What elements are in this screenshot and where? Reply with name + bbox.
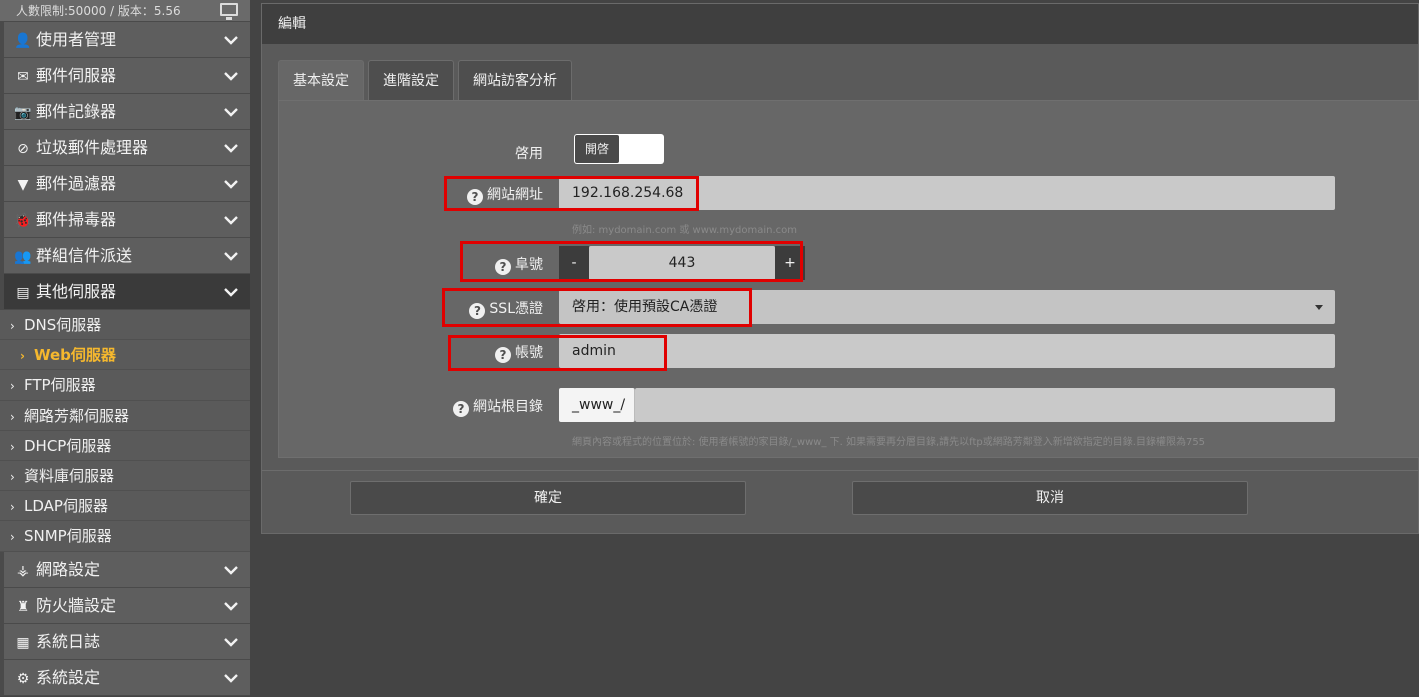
sidebar-item-label: 系統日誌 [36, 631, 101, 651]
chevron-down-icon [224, 552, 238, 588]
toggle-on-text: 開啓 [575, 135, 619, 163]
monitor-icon[interactable] [220, 3, 238, 20]
sidebar-subitem-label: 資料庫伺服器 [24, 466, 115, 485]
envelope-icon: ✉ [17, 69, 29, 85]
chevron-right-icon: › [10, 439, 15, 454]
highlight-box [460, 241, 803, 282]
help-icon[interactable]: ? [453, 401, 469, 417]
sidebar-item[interactable]: 👥 群組信件派送 [0, 238, 250, 274]
chevron-down-icon [224, 624, 238, 660]
sidebar: 人數限制:50000 / 版本：5.56 👤 使用者管理 ✉ 郵件伺服器 📷 郵件記錄器 ⊘… [0, 0, 250, 696]
ban-icon: ⊘ [17, 141, 29, 157]
sidebar-item-other-servers[interactable]: ▤ 其他伺服器 [0, 274, 250, 310]
sidebar-item-label: 郵件掃毒器 [36, 210, 117, 229]
user-icon: 👤 [14, 33, 32, 49]
sidebar-item[interactable]: ⚶ 網路設定 [0, 551, 250, 588]
sidebar-item[interactable]: ♜ 防火牆設定 [0, 587, 250, 624]
tab-advanced-settings[interactable]: 進階設定 [368, 60, 454, 101]
chevron-right-icon: › [20, 349, 25, 364]
chevron-down-icon [224, 94, 238, 130]
chevron-right-icon: › [10, 500, 15, 515]
chevron-right-icon: › [10, 319, 15, 333]
users-icon: 👥 [14, 249, 32, 265]
chevron-down-icon [224, 274, 238, 310]
cancel-button[interactable]: 取消 [852, 481, 1248, 515]
tab-basic-settings[interactable]: 基本設定 [278, 60, 364, 101]
bug-icon: 🐞 [14, 213, 32, 229]
web-root-hint: 網頁內容或程式的位置位於: 使用者帳號的家目錄/_www_ 下. 如果需要再分層… [572, 437, 1206, 448]
sidebar-item-label: 垃圾郵件處理器 [36, 138, 149, 157]
caret-down-icon [1315, 305, 1323, 310]
sidebar-subitem[interactable]: › SNMP伺服器 [0, 521, 250, 552]
sidebar-item-label: 網路設定 [36, 559, 101, 579]
chevron-down-icon [224, 166, 238, 202]
chevron-down-icon [224, 660, 238, 696]
site-url-hint: 例如: mydomain.com 或 www.mydomain.com [572, 225, 797, 236]
sidebar-item-label: 郵件過濾器 [36, 174, 117, 193]
web-root-input[interactable] [635, 388, 1335, 422]
castle-icon: ♜ [16, 598, 30, 615]
highlight-box [442, 288, 752, 327]
chevron-down-icon [224, 130, 238, 166]
license-text: 人數限制:50000 / 版本：5.56 [16, 4, 181, 18]
license-info: 人數限制:50000 / 版本：5.56 [0, 0, 250, 22]
chevron-down-icon [224, 202, 238, 238]
highlight-box [444, 176, 699, 211]
chevron-right-icon: › [10, 409, 15, 424]
sidebar-item-label: 其他伺服器 [36, 282, 117, 301]
chevron-down-icon [224, 58, 238, 94]
sidebar-item[interactable]: ✉ 郵件伺服器 [0, 58, 250, 94]
sidebar-subitem-label: SNMP伺服器 [24, 527, 112, 546]
sidebar-subitem-label: DNS伺服器 [24, 316, 102, 334]
dialog-title: 編輯 [262, 4, 1418, 44]
web-root-prefix: _www_/ [559, 388, 635, 422]
filter-icon: ▼ [17, 177, 29, 193]
film-icon: ▦ [16, 634, 30, 651]
enable-label: 啓用 [515, 146, 543, 162]
server-icon: ▤ [16, 285, 30, 301]
sidebar-item[interactable]: ⊘ 垃圾郵件處理器 [0, 130, 250, 166]
sidebar-subitem[interactable]: › LDAP伺服器 [0, 491, 250, 522]
chevron-down-icon [224, 22, 238, 58]
sidebar-item-label: 郵件伺服器 [36, 66, 117, 85]
sidebar-item[interactable]: ▼ 郵件過濾器 [0, 166, 250, 202]
sidebar-item[interactable]: ⚙ 系統設定 [0, 659, 250, 696]
confirm-button[interactable]: 確定 [350, 481, 746, 515]
sidebar-subitem-label: Web伺服器 [34, 346, 116, 365]
sidebar-item[interactable]: 🐞 郵件掃毒器 [0, 202, 250, 238]
tab-visitor-analytics[interactable]: 網站訪客分析 [458, 60, 572, 101]
sidebar-subitem[interactable]: › DNS伺服器 [0, 310, 250, 341]
chevron-right-icon: › [10, 379, 15, 394]
enable-toggle[interactable]: 開啓 [574, 134, 664, 164]
sidebar-subitem-label: FTP伺服器 [24, 376, 96, 395]
settings-panel: 啓用 開啓 ? 網站網址 192.168.254.68 例如: mydomain.… [278, 100, 1419, 458]
camera-icon: 📷 [14, 105, 32, 121]
sidebar-item[interactable]: 👤 使用者管理 [0, 22, 250, 58]
chevron-right-icon: › [10, 530, 15, 545]
sidebar-subitem-label: DHCP伺服器 [24, 436, 112, 455]
sidebar-item-label: 使用者管理 [36, 30, 117, 49]
sidebar-item-label: 防火牆設定 [36, 595, 117, 615]
sidebar-subitem[interactable]: › DHCP伺服器 [0, 430, 250, 461]
sidebar-subitem[interactable]: › FTP伺服器 [0, 370, 250, 401]
sidebar-subitem[interactable]: › 資料庫伺服器 [0, 460, 250, 492]
cogs-icon: ⚙ [16, 670, 30, 687]
sidebar-subitem-label: LDAP伺服器 [24, 497, 108, 516]
edit-dialog: 編輯 基本設定 進階設定 網站訪客分析 啓用 開啓 ? 網站網址 192.168.… [261, 3, 1419, 534]
sidebar-subitem-label: 網路芳鄰伺服器 [24, 406, 130, 425]
sidebar-item-label: 郵件記錄器 [36, 102, 117, 121]
chevron-down-icon [224, 238, 238, 274]
sidebar-item[interactable]: ▦ 系統日誌 [0, 623, 250, 660]
account-field[interactable]: admin [559, 334, 1335, 368]
footer-divider [262, 470, 1419, 471]
sidebar-item-label: 群組信件派送 [36, 246, 133, 265]
chevron-right-icon: › [10, 469, 15, 484]
sitemap-icon: ⚶ [17, 562, 29, 579]
sidebar-subitem[interactable]: › 網路芳鄰伺服器 [0, 400, 250, 431]
highlight-box [448, 335, 667, 371]
sidebar-subitem[interactable]: › Web伺服器 [0, 340, 250, 371]
web-root-label: ? 網站根目錄 [429, 396, 543, 417]
sidebar-item[interactable]: 📷 郵件記錄器 [0, 94, 250, 130]
chevron-down-icon [224, 588, 238, 624]
